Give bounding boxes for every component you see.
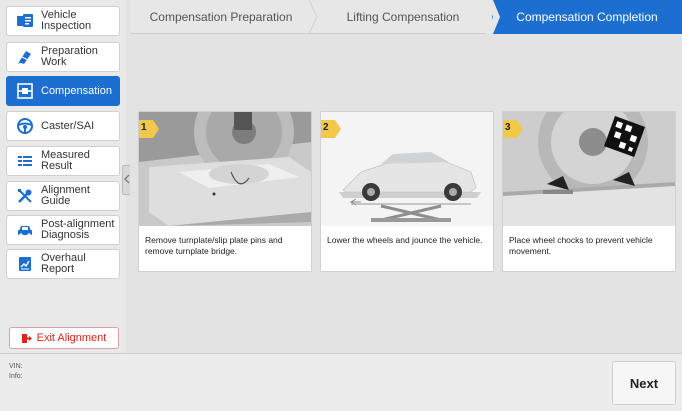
step-card-2: 2 Lower the wheels and jounce the vehicl… [320, 111, 494, 272]
sidebar-item-label: Alignment Guide [41, 184, 90, 207]
sidebar-item-preparation-work[interactable]: Preparation Work [6, 42, 120, 72]
exit-icon [21, 333, 33, 344]
step-tabs: Compensation Preparation Lifting Compens… [130, 0, 682, 34]
step-description: Remove turnplate/slip plate pins and rem… [145, 235, 283, 256]
sidebar-item-label: Post-alignment Diagnosis [41, 218, 115, 241]
step-number-badge: 3 [503, 120, 525, 138]
step-number: 2 [323, 122, 329, 133]
measured-result-icon [16, 152, 34, 170]
step-3-illustration [503, 112, 675, 226]
sidebar-item-caster-sai[interactable]: Caster/SAI [6, 111, 120, 141]
vehicle-inspection-icon [16, 12, 34, 30]
steering-wheel-icon [16, 117, 34, 135]
preparation-icon [16, 48, 34, 66]
step-card-3: 3 Place wheel chocks to prevent vehicle … [502, 111, 676, 272]
main-content: Compensation Preparation Lifting Compens… [130, 0, 682, 353]
sidebar-item-alignment-guide[interactable]: Alignment Guide [6, 181, 120, 211]
next-button-label: Next [629, 375, 659, 391]
step-card-1: 1 Remove turnplate/slip plate pins and r… [138, 111, 312, 272]
sidebar-item-label: Measured Result [41, 149, 90, 172]
next-button[interactable]: Next [612, 361, 676, 405]
bottom-bar: VIN: Info: Next [0, 353, 682, 411]
tab-lifting-compensation[interactable]: Lifting Compensation [314, 0, 492, 34]
tab-label: Lifting Compensation [346, 10, 460, 24]
sidebar-item-label: Compensation [41, 84, 112, 97]
sidebar-item-label: Caster/SAI [41, 119, 95, 132]
report-icon [16, 255, 34, 273]
sidebar-item-vehicle-inspection[interactable]: Vehicle Inspection [6, 6, 120, 36]
tab-compensation-preparation[interactable]: Compensation Preparation [130, 0, 312, 34]
sidebar-item-post-alignment-diagnosis[interactable]: Post-alignment Diagnosis [6, 215, 120, 245]
sidebar-item-compensation[interactable]: Compensation [6, 76, 120, 106]
car-icon [16, 221, 34, 239]
step-number: 3 [505, 122, 511, 133]
tab-separator [486, 0, 500, 34]
step-description: Place wheel chocks to prevent vehicle mo… [509, 235, 653, 256]
vin-label: VIN: [9, 363, 23, 370]
sidebar-item-label: Preparation Work [41, 45, 98, 68]
exit-alignment-label: Exit Alignment [36, 332, 107, 344]
exit-alignment-button[interactable]: Exit Alignment [9, 327, 119, 349]
sidebar-item-measured-result[interactable]: Measured Result [6, 146, 120, 176]
tab-label: Compensation Preparation [149, 10, 293, 24]
sidebar-item-label: Vehicle Inspection [41, 9, 92, 32]
info-label: Info: [9, 373, 23, 380]
step-1-illustration [139, 112, 311, 226]
tab-compensation-completion[interactable]: Compensation Completion [492, 0, 682, 34]
sidebar-item-overhaul-report[interactable]: Overhaul Report [6, 249, 120, 279]
step-description: Lower the wheels and jounce the vehicle. [327, 235, 483, 245]
tab-label: Compensation Completion [516, 10, 658, 24]
step-number-badge: 1 [139, 120, 161, 138]
step-number: 1 [141, 122, 147, 133]
compensation-icon [16, 82, 34, 100]
sidebar-item-label: Overhaul Report [41, 252, 86, 275]
step-2-illustration [321, 112, 493, 226]
step-number-badge: 2 [321, 120, 343, 138]
sidebar: Vehicle Inspection Preparation Work Comp… [0, 0, 126, 353]
tools-icon [16, 187, 34, 205]
